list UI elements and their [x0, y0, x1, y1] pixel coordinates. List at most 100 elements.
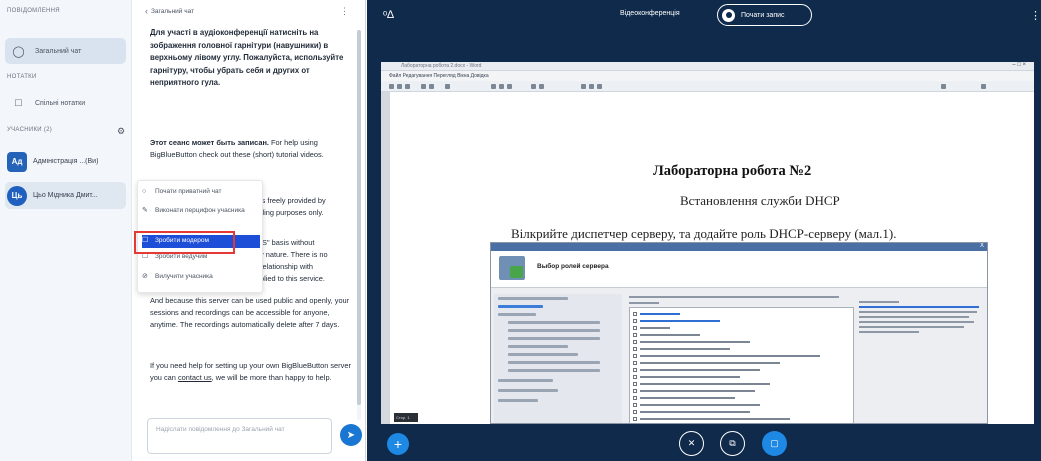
camera-button[interactable]: ⧉ [720, 431, 745, 456]
nav-item [508, 337, 600, 340]
screen-share-button[interactable]: ▢ [762, 431, 787, 456]
menu-item-label: Почати приватний чат [155, 188, 222, 195]
screen-share-icon: ▢ [770, 438, 779, 448]
toolbar-icon [539, 84, 544, 89]
actions-button[interactable]: + [387, 433, 409, 455]
nav-item [508, 329, 600, 332]
toolbar-icon [597, 84, 602, 89]
desc-line [859, 311, 977, 313]
role-item [633, 395, 735, 401]
toolbar-icon [405, 84, 410, 89]
record-label: Почати запис [741, 11, 785, 19]
dialog-titlebar: X [491, 243, 987, 251]
more-options-icon[interactable]: ⋮ [340, 6, 349, 17]
public-server-message: And because this server can be used publ… [150, 296, 350, 329]
nav-item [498, 389, 558, 392]
avatar: Ць [7, 185, 27, 206]
public-chat-item[interactable]: ◯ Загальний чат [5, 38, 126, 64]
toolbar-icon [491, 84, 496, 89]
shared-notes-item[interactable]: □ Спільні нотатки [5, 90, 126, 116]
contact-us-link[interactable]: contact us [178, 373, 212, 382]
toolbar-icon [499, 84, 504, 89]
user-name: Адміністрація ...(Ви) [33, 158, 99, 165]
start-recording-button[interactable]: Почати запис [717, 4, 812, 26]
more-options-icon[interactable]: ⋮ [1030, 9, 1041, 22]
gear-icon[interactable]: ⚙ [117, 126, 125, 137]
notes-icon: □ [15, 97, 22, 109]
toolbar-icon [589, 84, 594, 89]
message-fragment: ding purposes only. [260, 208, 324, 217]
user-item[interactable]: Ад Адміністрація ...(Ви) [7, 148, 128, 175]
help-text-end: , we will be more than happy to help. [211, 372, 332, 382]
message-fragment: is freely provided by [260, 196, 326, 205]
menu-item-private-chat[interactable]: ○ Почати приватний чат [142, 188, 260, 197]
role-item [633, 402, 760, 408]
slide-title: Лабораторна робота №2 [653, 163, 812, 179]
toolbar-icon [445, 84, 450, 89]
nav-item [498, 305, 543, 308]
menu-item-remove-user[interactable]: ⊘ Вилучити учасника [142, 273, 260, 282]
mute-button[interactable]: ✕ [679, 431, 704, 456]
slide-subtitle: Встановлення служби DHCP [680, 193, 840, 208]
dialog-nav [494, 294, 622, 423]
menu-item-status[interactable]: ✎ Виконати перцифон учасника [142, 207, 260, 216]
close-icon: X [979, 243, 984, 249]
menu-item-label: Вилучити учасника [155, 273, 213, 280]
nav-item [508, 361, 600, 364]
desc-line [859, 301, 899, 303]
role-item [633, 416, 790, 422]
user-item[interactable]: Ць Цьо Мідника Дмит... [5, 182, 126, 209]
role-item [633, 360, 780, 366]
desc-line [859, 321, 974, 323]
role-item [633, 346, 730, 352]
record-bold-text: Этот сеанс может быть записан. [150, 138, 269, 147]
user-name: Цьо Мідника Дмит... [33, 192, 98, 199]
conference-title: Відеоконференція [620, 10, 680, 17]
chat-title[interactable]: Загальний чат [151, 8, 194, 15]
record-icon [722, 8, 735, 22]
users-section-label: УЧАСНИКИ (2) [7, 127, 53, 133]
dialog-instruction-line [629, 296, 839, 298]
toolbar-icon [981, 84, 986, 89]
menu-item-make-presenter[interactable]: ☐ Зробити ведучим [142, 253, 260, 262]
camera-icon: ⧉ [729, 438, 736, 448]
microphone-off-icon: ✕ [687, 438, 696, 448]
pencil-icon: ✎ [142, 207, 148, 214]
avatar: Ад [7, 151, 27, 172]
toolbar-icon [581, 84, 586, 89]
user-list-panel: ПОВІДОМЛЕННЯ ◯ Загальний чат НОТАТКИ □ С… [0, 0, 132, 461]
window-menubar: Файл Редагування Перегляд Вікна Довідка [381, 71, 1034, 81]
dialog-label-line [629, 302, 659, 304]
highlight-annotation-box [134, 231, 235, 254]
help-message: If you need help for setting up your own… [150, 360, 358, 384]
role-item [633, 367, 760, 373]
role-item [633, 318, 720, 324]
presentation-slide: Лабораторна робота 2.docx - Word – □ × Ф… [381, 62, 1034, 424]
server-roles-icon [499, 256, 525, 280]
role-item [633, 339, 750, 345]
toolbar-icon [421, 84, 426, 89]
role-item [633, 325, 670, 331]
send-button[interactable]: ➤ [340, 424, 362, 446]
role-item [633, 381, 770, 387]
message-fragment: plied to this service. [260, 274, 325, 283]
dialog-description [859, 301, 983, 336]
nav-item [498, 379, 553, 382]
toolbar-icon [397, 84, 402, 89]
chevron-left-icon[interactable]: ‹ [145, 6, 148, 16]
role-item [633, 311, 680, 317]
desc-line [859, 316, 969, 318]
message-fragment: IS" basis without [260, 238, 315, 247]
role-item [633, 374, 740, 380]
chat-message-input[interactable]: Надіслати повідомлення до Загальний чат [147, 418, 332, 454]
slide-instruction: Вілкрийте диспетчер серверу, та додайте … [511, 226, 897, 241]
embedded-dialog-screenshot: X Выбор ролей сервера [490, 242, 988, 424]
menu-item-label: Зробити ведучим [155, 253, 208, 260]
role-item [633, 388, 755, 394]
nav-item [508, 321, 600, 324]
window-toolbar [381, 81, 1034, 92]
chat-header: ‹ Загальний чат ⋮ [133, 0, 366, 22]
toolbar-icon [389, 84, 394, 89]
headset-icon[interactable]: ᵒ∆ [383, 9, 394, 21]
nav-item [508, 369, 600, 372]
